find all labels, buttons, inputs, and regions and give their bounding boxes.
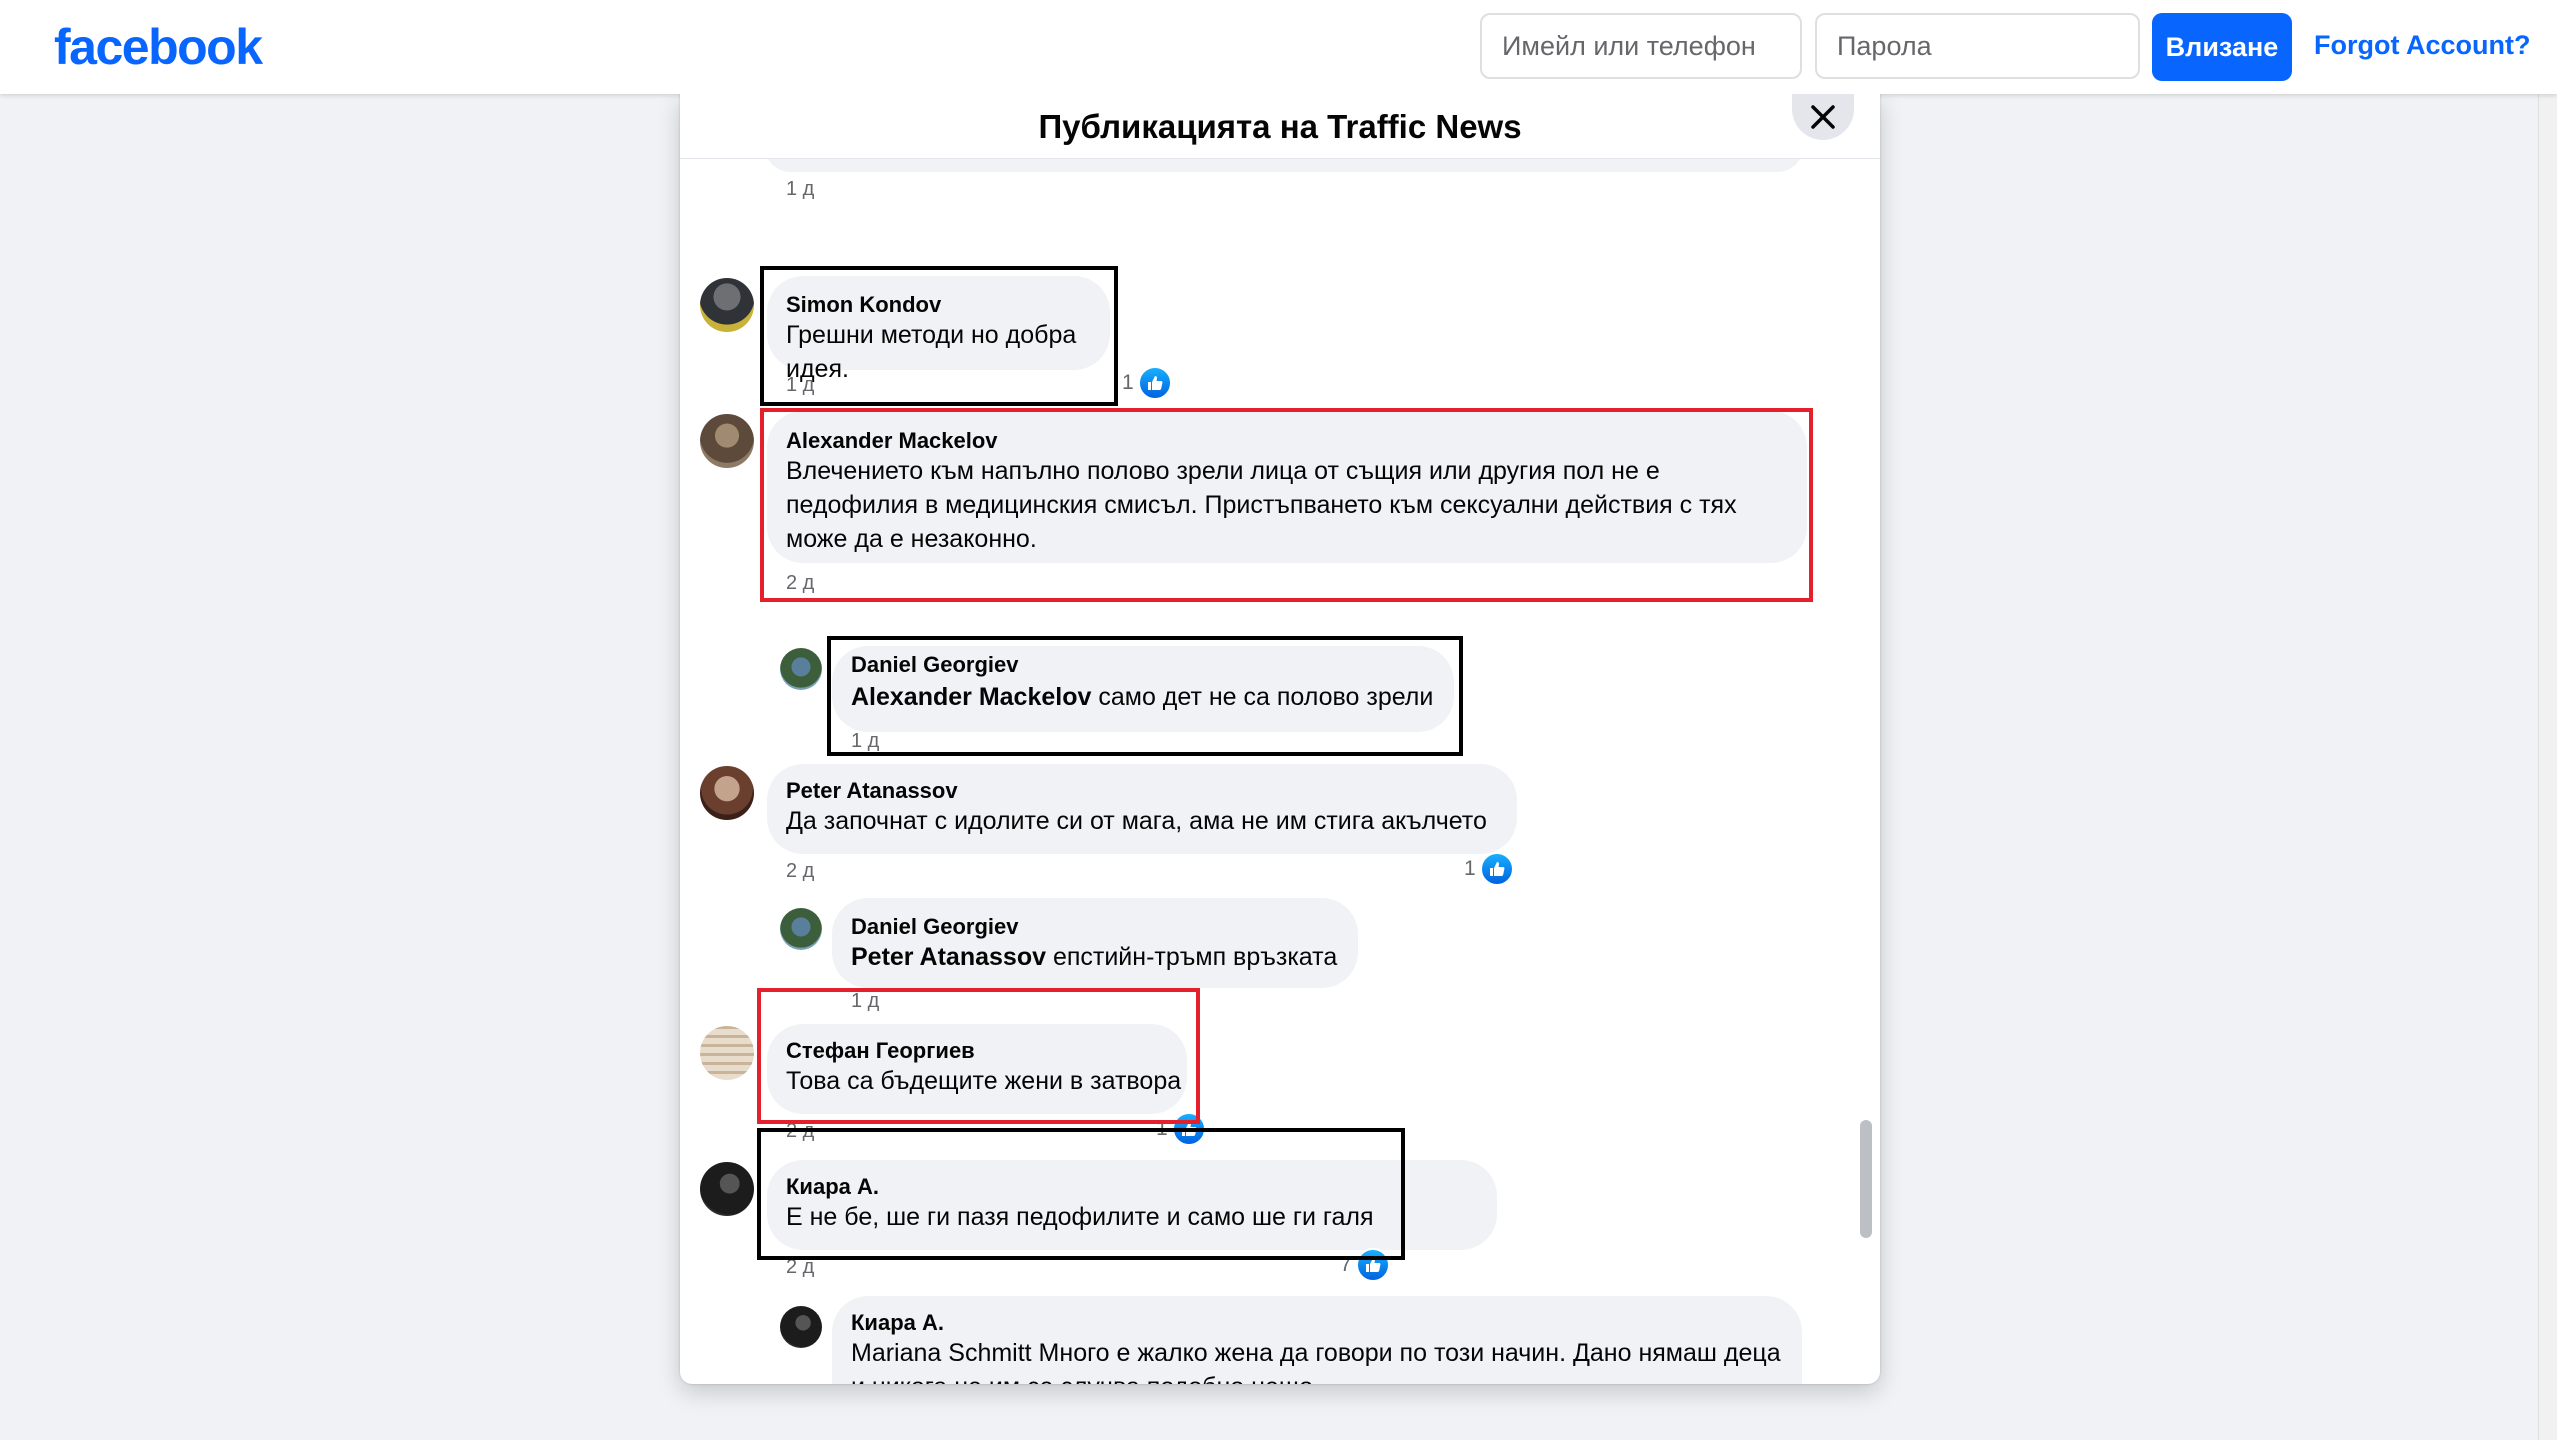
reply-text: само дет не са полово зрели (1091, 683, 1434, 711)
like-count[interactable]: 1 (1122, 366, 1172, 400)
avatar[interactable] (700, 414, 754, 468)
comment-text: Peter Atanassov епстийн-тръмп връзката (851, 940, 1371, 974)
thumbs-up-icon (1479, 852, 1514, 886)
like-count[interactable]: 7 (1340, 1248, 1390, 1282)
comments-list: 1 д Simon Kondov Грешни методи но добра … (680, 158, 1880, 1384)
comment-author[interactable]: Киара А. (851, 1310, 944, 1336)
partial-comment-time[interactable]: 1 д (786, 178, 814, 201)
page-scrollbar[interactable] (2538, 94, 2557, 1440)
forgot-account-link[interactable]: Forgot Account? (2314, 30, 2530, 61)
comment-author[interactable]: Daniel Georgiev (851, 652, 1019, 678)
comment-time[interactable]: 1 д (786, 374, 814, 397)
post-dialog: Публикацията на Traffic News 1 д Simon K… (680, 94, 1880, 1384)
comment-author[interactable]: Daniel Georgiev (851, 914, 1019, 940)
comment-time[interactable]: 2 д (786, 860, 814, 883)
avatar[interactable] (700, 1026, 754, 1080)
comment-text: Е не бе, ше ги пазя педофилите и само ше… (786, 1203, 1374, 1231)
like-count[interactable]: 1 (1156, 1112, 1206, 1146)
comment-time[interactable]: 2 д (786, 1256, 814, 1279)
avatar[interactable] (700, 1162, 754, 1216)
comment-text: Mariana Schmitt Много е жалко жена да го… (851, 1339, 1781, 1384)
top-navigation-bar: facebook Влизане Forgot Account? (0, 0, 2557, 94)
login-button[interactable]: Влизане (2152, 13, 2292, 81)
mention-link[interactable]: Peter Atanassov (851, 943, 1046, 971)
dialog-header: Публикацията на Traffic News (680, 94, 1880, 159)
close-icon (1811, 105, 1835, 129)
avatar[interactable] (700, 278, 754, 332)
mention-link[interactable]: Alexander Mackelov (851, 683, 1091, 711)
comment-author[interactable]: Киара А. (786, 1174, 879, 1200)
comment-time[interactable]: 1 д (851, 730, 879, 753)
thumbs-up-icon (1137, 366, 1172, 400)
comment-author[interactable]: Peter Atanassov (786, 778, 958, 804)
comment-text: Да започнат с идолите си от мага, ама не… (786, 807, 1487, 835)
comment-time[interactable]: 2 д (786, 572, 814, 595)
avatar[interactable] (780, 908, 822, 950)
comment-text: Влечението към напълно полово зрели лица… (786, 457, 1737, 553)
comment-author[interactable]: Simon Kondov (786, 292, 941, 318)
password-input[interactable] (1815, 13, 2140, 79)
like-count-value: 1 (1122, 371, 1134, 394)
avatar[interactable] (780, 648, 822, 690)
partial-comment-bubble (764, 158, 1804, 172)
avatar[interactable] (700, 766, 754, 820)
comment-text: Грешни методи но добра идея. (786, 321, 1077, 383)
like-count[interactable]: 1 (1464, 852, 1514, 886)
like-count-value: 1 (1156, 1117, 1168, 1140)
dialog-title: Публикацията на Traffic News (1038, 108, 1522, 145)
comment-author[interactable]: Стефан Георгиев (786, 1038, 975, 1064)
dialog-scrollbar-thumb[interactable] (1860, 1120, 1872, 1238)
thumbs-up-icon (1171, 1112, 1206, 1146)
thumbs-up-icon (1355, 1248, 1390, 1282)
email-or-phone-input[interactable] (1480, 13, 1802, 79)
like-count-value: 7 (1340, 1253, 1352, 1276)
comment-text: Това са бъдещите жени в затвора (786, 1067, 1182, 1095)
comment-author[interactable]: Alexander Mackelov (786, 428, 998, 454)
avatar[interactable] (780, 1306, 822, 1348)
comment-text: Alexander Mackelov само дет не са полово… (851, 680, 1451, 714)
like-count-value: 1 (1464, 857, 1476, 880)
facebook-logo[interactable]: facebook (54, 18, 263, 76)
comment-time[interactable]: 2 д (786, 1120, 814, 1143)
reply-text: епстийн-тръмп връзката (1046, 943, 1338, 971)
comment-time[interactable]: 1 д (851, 990, 879, 1013)
